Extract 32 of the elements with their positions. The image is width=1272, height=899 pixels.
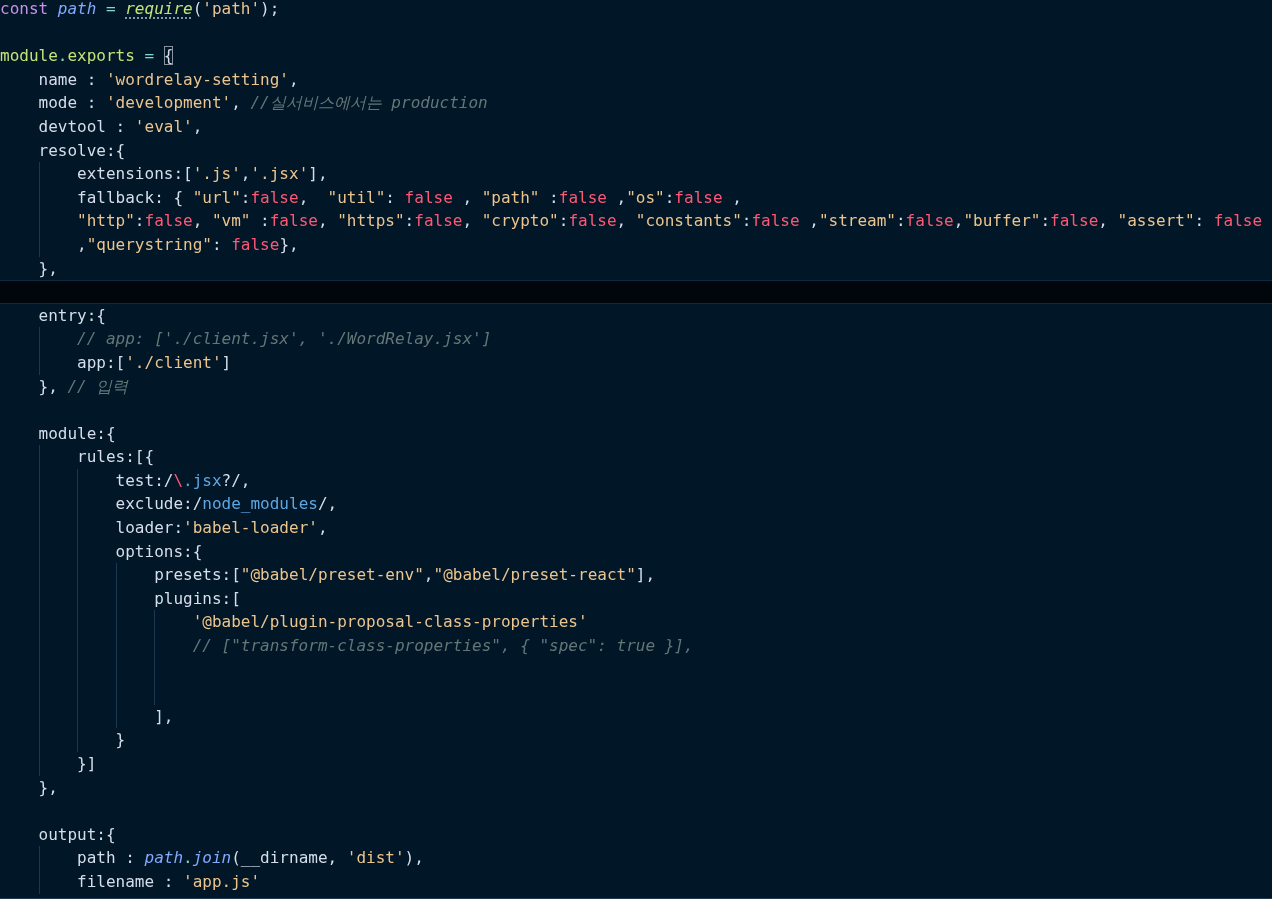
code-line: filename : 'app.js': [77, 871, 261, 891]
code-line: '@babel/plugin-proposal-class-properties': [192, 612, 588, 632]
code-line: module.exports = {: [0, 46, 174, 66]
code-line: name : 'wordrelay-setting',: [38, 69, 299, 89]
code-line: entry:{: [38, 305, 106, 325]
code-line: mode : 'development', //실서비스에서는 production: [38, 93, 488, 113]
code-comment: // ["transform-class-properties", { "spec": true }],: [192, 636, 694, 656]
code-line: module:{: [38, 423, 116, 443]
code-line: presets:["@babel/preset-env","@babel/preset-react"],: [154, 565, 656, 585]
code-line: test:/\.jsx?/,: [115, 470, 251, 490]
code-comment: // app: ['./client.jsx', './WordRelay.jsx']: [77, 329, 492, 349]
code-line: resolve:{: [38, 140, 126, 160]
code-line: options:{: [115, 541, 203, 561]
code-line: extensions:['.js','.jsx'],: [77, 164, 328, 184]
code-line: ,"querystring": false},: [77, 234, 299, 254]
code-line: }]: [77, 754, 97, 773]
code-line: app:['./client']: [77, 352, 232, 372]
code-line: plugins:[: [154, 588, 241, 608]
code-line: }: [115, 730, 126, 750]
code-line: loader:'babel-loader',: [115, 518, 328, 538]
code-line: ],: [154, 706, 174, 726]
code-line: fallback: { "url":false, "util": false , "path" :false ,"os":false ,: [77, 187, 742, 207]
code-line: },: [38, 258, 58, 278]
code-line: rules:[{: [77, 447, 155, 467]
code-line: const path = require('path');: [0, 0, 280, 18]
code-line: path : path.join(__dirname, 'dist'),: [77, 848, 424, 868]
code-line: }, // 입력: [38, 376, 129, 396]
code-line: },: [38, 777, 58, 797]
code-line: exclude:/node_modules/,: [115, 494, 338, 514]
code-line: output:{: [38, 824, 116, 844]
code-line: devtool : 'eval',: [38, 116, 203, 136]
code-line: "http":false, "vm" :false, "https":false, "crypto":false, "constants":false ,"stream":false,"buffer":false, "assert": false: [77, 211, 1263, 231]
